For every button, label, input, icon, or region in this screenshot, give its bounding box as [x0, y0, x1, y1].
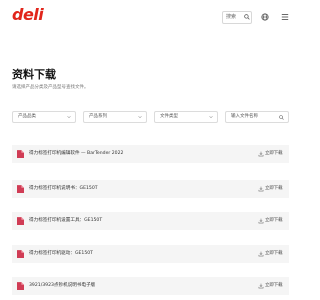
- download-icon[interactable]: [258, 186, 264, 192]
- download-item-title: 得力标签打印机设置工具：GE150T: [29, 218, 103, 223]
- chevron-down-icon: [209, 116, 213, 119]
- download-item-title: 3921/3923点钞机说明书电子版: [29, 283, 96, 288]
- download-button[interactable]: 立即下载: [265, 212, 283, 230]
- download-icon[interactable]: [258, 218, 264, 224]
- file-icon: [17, 185, 24, 193]
- download-icon[interactable]: [258, 251, 264, 257]
- download-icon[interactable]: [258, 283, 264, 289]
- download-button[interactable]: 立即下载: [265, 180, 283, 198]
- file-icon: [17, 150, 24, 158]
- series-select[interactable]: 产品系列: [83, 111, 147, 123]
- download-item-title: 得力标签打印机说明书：GE150T: [29, 186, 98, 191]
- download-icon[interactable]: [258, 151, 264, 157]
- file-icon: [17, 282, 24, 290]
- deli-logo[interactable]: deli: [12, 5, 50, 28]
- svg-text:deli: deli: [12, 6, 44, 24]
- download-item-title: 得力标签打印机驱动：GE150T: [29, 251, 93, 256]
- download-item[interactable]: 得力标签打印机驱动：GE150T 立即下载: [12, 245, 289, 263]
- page-subtitle: 请选择产品分类及产品型号查找文件。: [12, 85, 89, 90]
- file-type-select-label: 文件类型: [160, 114, 178, 119]
- download-button[interactable]: 立即下载: [265, 245, 283, 263]
- search-icon[interactable]: [244, 14, 250, 20]
- file-name-search-placeholder: 输入文件名称: [231, 114, 258, 119]
- download-item-title: 得力标签打印机编辑软件 — BarTender 2022: [29, 151, 124, 156]
- download-button[interactable]: 立即下载: [265, 277, 283, 295]
- download-item[interactable]: 3921/3923点钞机说明书电子版 立即下载: [12, 277, 289, 295]
- globe-icon[interactable]: [261, 13, 269, 21]
- page-title: 资料下载: [12, 68, 56, 81]
- download-item[interactable]: 得力标签打印机说明书：GE150T 立即下载: [12, 180, 289, 198]
- file-icon: [17, 217, 24, 225]
- download-button[interactable]: 立即下载: [265, 145, 283, 163]
- logo-mark: deli: [12, 5, 45, 24]
- file-name-search-input[interactable]: 输入文件名称: [225, 111, 289, 123]
- chevron-down-icon: [138, 116, 142, 119]
- download-item[interactable]: 得力标签打印机设置工具：GE150T 立即下载: [12, 212, 289, 230]
- menu-icon[interactable]: [281, 13, 289, 21]
- series-select-label: 产品系列: [89, 114, 107, 119]
- category-select[interactable]: 产品品类: [12, 111, 76, 123]
- file-icon: [17, 250, 24, 258]
- top-header: deli 搜索: [0, 0, 300, 30]
- file-type-select[interactable]: 文件类型: [154, 111, 218, 123]
- download-item[interactable]: 得力标签打印机编辑软件 — BarTender 2022 立即下载: [12, 145, 289, 163]
- chevron-down-icon: [67, 116, 71, 119]
- search-icon[interactable]: [279, 115, 284, 120]
- category-select-label: 产品品类: [18, 114, 36, 119]
